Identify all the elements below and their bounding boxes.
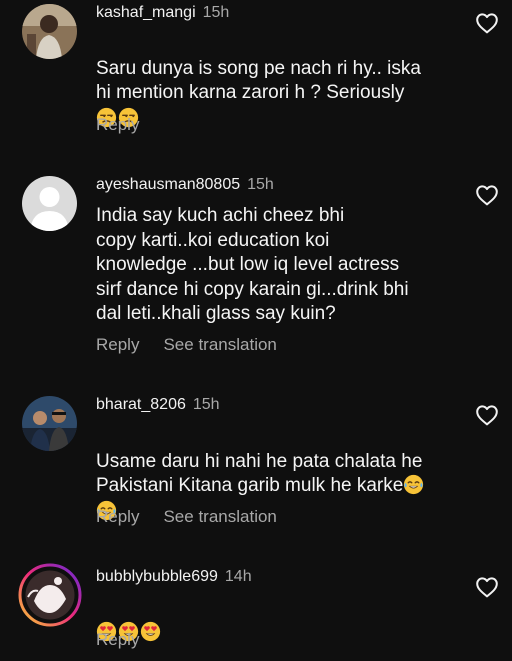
reply-button[interactable]: Reply: [96, 630, 139, 649]
username[interactable]: bharat_8206: [96, 396, 186, 413]
comment-emojis: [96, 82, 466, 131]
username[interactable]: bubblybubble699: [96, 568, 218, 585]
avatar[interactable]: [22, 176, 77, 231]
reply-button[interactable]: Reply: [96, 335, 139, 354]
heart-outline-icon[interactable]: [475, 576, 499, 598]
avatar[interactable]: [22, 4, 77, 59]
heart-outline-icon[interactable]: [475, 404, 499, 426]
see-translation-button[interactable]: See translation: [163, 507, 276, 526]
comment-meta: bharat_8206 15h: [96, 395, 220, 415]
heart-outline-icon[interactable]: [475, 12, 499, 34]
reply-button[interactable]: Reply: [96, 507, 139, 526]
timestamp: 14h: [224, 568, 252, 585]
comment-item: bharat_8206 15h Usame daru hi nahi he pat…: [0, 390, 512, 540]
comment-actions: Reply: [96, 115, 139, 135]
comment-emojis: [96, 596, 466, 645]
comment-text: India say kuch achi cheez bhi copy karti…: [96, 205, 409, 324]
comment-item: kashaf_mangi 15h Saru dunya is song pe na…: [0, 0, 512, 150]
see-translation-button[interactable]: See translation: [163, 335, 276, 354]
username[interactable]: kashaf_mangi: [96, 4, 196, 21]
timestamp: 15h: [247, 176, 274, 193]
comment-actions: Reply See translation: [96, 507, 277, 527]
comment-meta: ayeshausman80805 15h: [96, 175, 274, 195]
heart-outline-icon[interactable]: [475, 184, 499, 206]
reply-button[interactable]: Reply: [96, 115, 139, 134]
avatar[interactable]: [18, 563, 82, 627]
timestamp: 15h: [192, 396, 220, 413]
comment-meta: bubblybubble699 14h: [96, 567, 252, 587]
comment-actions: Reply See translation: [96, 335, 277, 355]
comment-actions: Reply: [96, 630, 139, 650]
heart-eyes-face-icon: [140, 621, 161, 642]
timestamp: 15h: [202, 4, 230, 21]
username[interactable]: ayeshausman80805: [96, 176, 240, 193]
avatar[interactable]: [22, 396, 77, 451]
comment-item: bubblybubble699 14h Reply: [0, 560, 512, 661]
comment-item: ayeshausman80805 15h India say kuch achi …: [0, 170, 512, 370]
comment-meta: kashaf_mangi 15h: [96, 3, 229, 23]
